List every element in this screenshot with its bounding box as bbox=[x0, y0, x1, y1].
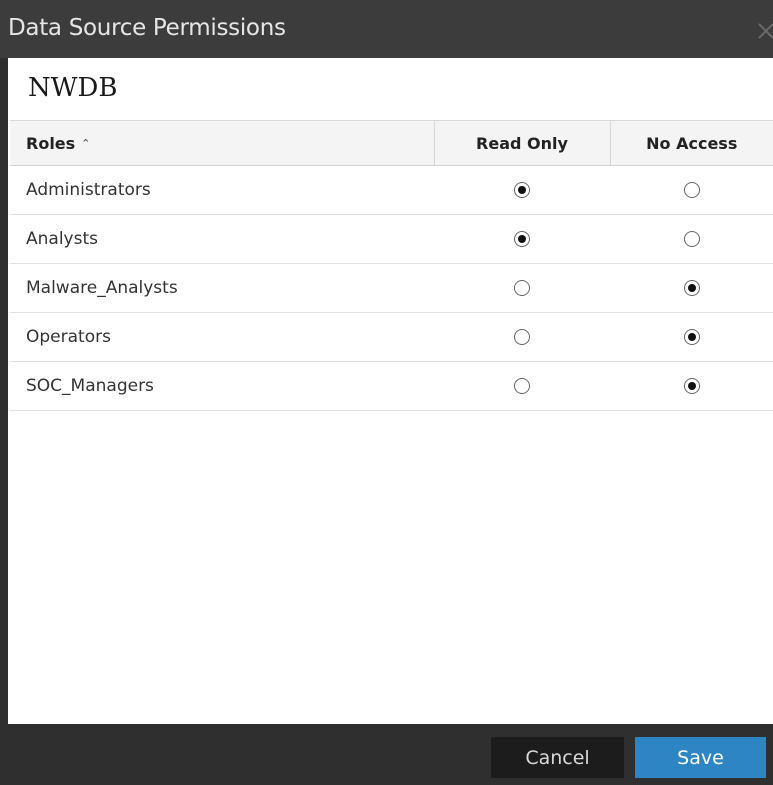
dialog-title-bar: Data Source Permissions bbox=[0, 0, 773, 58]
sort-ascending-icon: ⌃ bbox=[81, 136, 91, 150]
no-access-radio-cell bbox=[610, 312, 773, 362]
read-only-radio-cell bbox=[434, 312, 610, 362]
no-access-radio-cell bbox=[610, 214, 773, 264]
no-access-radio-cell bbox=[610, 165, 773, 215]
save-button[interactable]: Save bbox=[635, 737, 766, 778]
data-source-name: NWDB bbox=[28, 73, 118, 103]
permissions-dialog: Data Source Permissions NWDB Roles ⌃ Read… bbox=[0, 0, 773, 785]
table-row: Operators bbox=[10, 312, 773, 362]
read-only-radio[interactable] bbox=[514, 280, 530, 296]
no-access-radio-cell bbox=[610, 361, 773, 411]
table-row: Administrators bbox=[10, 165, 773, 215]
dialog-title: Data Source Permissions bbox=[8, 15, 286, 41]
no-access-radio[interactable] bbox=[683, 231, 700, 247]
read-only-radio[interactable] bbox=[514, 329, 530, 345]
cancel-button[interactable]: Cancel bbox=[491, 737, 624, 778]
role-name: SOC_Managers bbox=[10, 361, 434, 411]
read-only-radio[interactable] bbox=[514, 231, 530, 247]
dialog-footer: Cancel Save bbox=[0, 724, 773, 785]
column-header-roles-label: Roles bbox=[26, 133, 76, 153]
permissions-table: Roles ⌃ Read Only No Access Administrator… bbox=[10, 120, 773, 411]
table-row: Analysts bbox=[10, 214, 773, 264]
no-access-radio-cell bbox=[610, 263, 773, 313]
table-row: SOC_Managers bbox=[10, 361, 773, 411]
read-only-radio-cell bbox=[434, 263, 610, 313]
no-access-radio[interactable] bbox=[683, 280, 700, 296]
read-only-radio-cell bbox=[434, 214, 610, 264]
dialog-content: NWDB Roles ⌃ Read Only No Access Administ… bbox=[8, 58, 773, 724]
read-only-radio-cell bbox=[434, 165, 610, 215]
table-row: Malware_Analysts bbox=[10, 263, 773, 313]
no-access-radio[interactable] bbox=[683, 182, 700, 198]
read-only-radio-cell bbox=[434, 361, 610, 411]
column-header-read-only: Read Only bbox=[433, 120, 610, 166]
role-name: Malware_Analysts bbox=[10, 263, 434, 313]
role-name: Analysts bbox=[10, 214, 434, 264]
role-name: Administrators bbox=[10, 165, 434, 215]
read-only-radio[interactable] bbox=[514, 182, 530, 198]
no-access-radio[interactable] bbox=[683, 378, 700, 394]
column-header-roles[interactable]: Roles ⌃ bbox=[10, 120, 434, 166]
close-icon[interactable] bbox=[756, 18, 773, 44]
read-only-radio[interactable] bbox=[514, 378, 530, 394]
role-name: Operators bbox=[10, 312, 434, 362]
table-header-row: Roles ⌃ Read Only No Access bbox=[10, 120, 773, 166]
no-access-radio[interactable] bbox=[683, 329, 700, 345]
column-header-no-access: No Access bbox=[609, 120, 773, 166]
